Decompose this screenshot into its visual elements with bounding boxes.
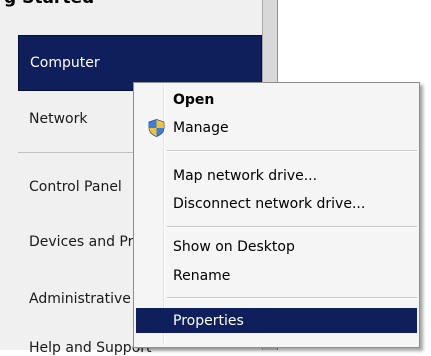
- menu-item-properties[interactable]: Properties: [136, 308, 417, 333]
- menu-item-show-on-desktop[interactable]: Show on Desktop: [136, 234, 417, 259]
- menu-separator: [167, 297, 417, 299]
- menu-item-label: Manage: [173, 119, 229, 136]
- menu-separator: [167, 150, 417, 152]
- menu-item-label: Show on Desktop: [173, 238, 295, 255]
- start-item-label: Computer: [30, 55, 100, 71]
- menu-item-rename[interactable]: Rename: [136, 263, 417, 288]
- menu-item-label: Rename: [173, 267, 231, 284]
- context-menu: Open Manage Map network drive... Disconn…: [133, 82, 420, 348]
- menu-item-label: Disconnect network drive...: [173, 195, 366, 212]
- menu-item-label: Open: [173, 91, 215, 108]
- menu-item-label: Map network drive...: [173, 167, 318, 184]
- start-item-label: Control Panel: [29, 179, 122, 195]
- menu-item-label: Properties: [173, 312, 244, 329]
- start-item-label: Network: [29, 111, 88, 127]
- menu-item-map-network-drive[interactable]: Map network drive...: [136, 163, 417, 188]
- menu-separator: [167, 226, 417, 228]
- uac-shield-icon: [148, 119, 165, 137]
- menu-item-disconnect-network-drive[interactable]: Disconnect network drive...: [136, 191, 417, 216]
- menu-item-open[interactable]: Open: [136, 87, 417, 112]
- menu-item-manage[interactable]: Manage: [136, 115, 417, 140]
- getting-started-item[interactable]: g Started: [4, 0, 94, 8]
